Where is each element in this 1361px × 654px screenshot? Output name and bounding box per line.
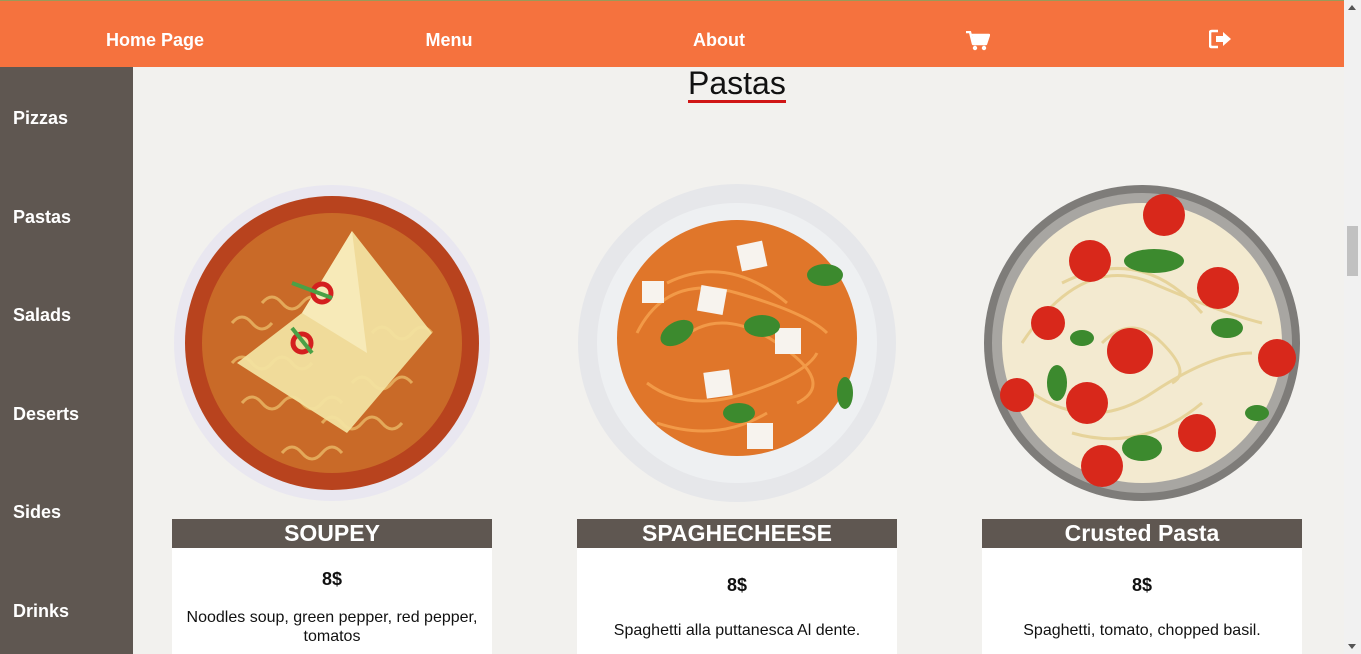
nav-about-link[interactable]: About xyxy=(693,1,745,68)
dish-card-crusted-pasta: 8$ Spaghetti, tomato, chopped basil. xyxy=(982,548,1302,654)
category-sidebar: Pizzas Pastas Salads Deserts Sides Drink… xyxy=(0,67,133,654)
dish-card-soupey: 8$ Noodles soup, green pepper, red peppe… xyxy=(172,548,492,654)
shopping-cart-icon[interactable] xyxy=(966,30,991,56)
sidebar-item-sides[interactable]: Sides xyxy=(13,502,61,523)
dish-name-spaghecheese: SPAGHECHEESE xyxy=(577,519,897,548)
dish-image-spaghecheese xyxy=(577,183,897,503)
vertical-scrollbar[interactable] xyxy=(1344,0,1361,654)
dish-description: Noodles soup, green pepper, red pepper, … xyxy=(186,609,478,645)
dish-price: 8$ xyxy=(1131,575,1153,595)
dish-description: Spaghetti alla puttanesca Al dente. xyxy=(613,622,861,639)
sidebar-item-pizzas[interactable]: Pizzas xyxy=(13,108,68,129)
sidebar-item-salads[interactable]: Salads xyxy=(13,305,71,326)
dish-image-soupey xyxy=(172,183,492,503)
dish-image-crusted-pasta xyxy=(982,183,1302,503)
nav-home-link[interactable]: Home Page xyxy=(106,1,204,68)
sign-out-icon[interactable] xyxy=(1208,29,1233,54)
dish-name-soupey: SOUPEY xyxy=(172,519,492,548)
scroll-up-arrow-icon[interactable] xyxy=(1348,5,1356,10)
scroll-down-arrow-icon[interactable] xyxy=(1348,644,1356,649)
dish-name-crusted-pasta: Crusted Pasta xyxy=(982,519,1302,548)
sidebar-item-deserts[interactable]: Deserts xyxy=(13,404,79,425)
sidebar-item-drinks[interactable]: Drinks xyxy=(13,601,69,622)
dish-description: Spaghetti, tomato, chopped basil. xyxy=(1023,622,1261,639)
dish-price: 8$ xyxy=(321,569,343,589)
top-navbar: Home Page Menu About xyxy=(0,0,1344,67)
sidebar-item-pastas[interactable]: Pastas xyxy=(13,207,71,228)
scroll-thumb[interactable] xyxy=(1347,226,1358,276)
dish-card-spaghecheese: 8$ Spaghetti alla puttanesca Al dente. xyxy=(577,548,897,654)
section-title: Pastas xyxy=(688,65,786,103)
nav-menu-link[interactable]: Menu xyxy=(426,1,473,68)
dish-price: 8$ xyxy=(726,575,748,595)
